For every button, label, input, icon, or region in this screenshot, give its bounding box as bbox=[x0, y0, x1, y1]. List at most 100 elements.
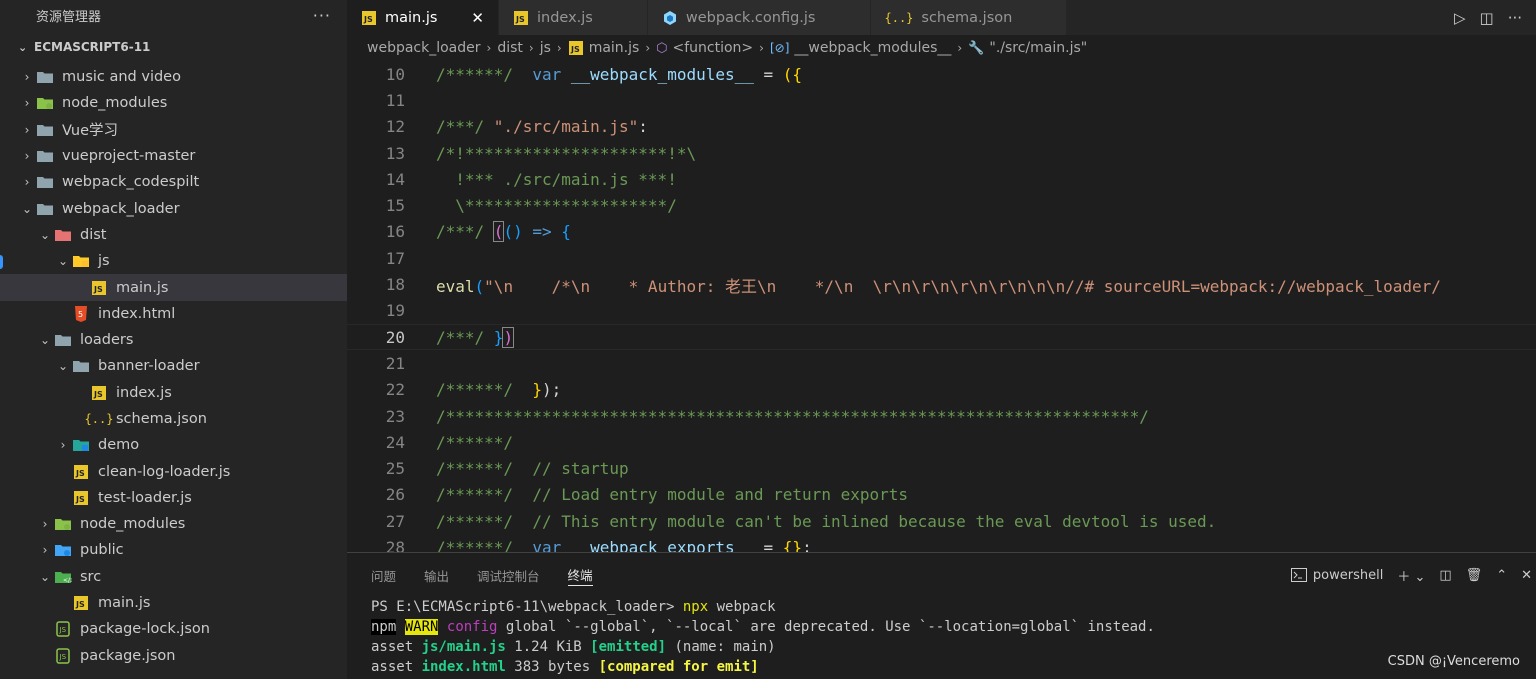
split-terminal-icon[interactable]: ◫ bbox=[1439, 568, 1451, 583]
js-folder-icon bbox=[72, 253, 90, 269]
code-line[interactable]: 22 /******/ }); bbox=[347, 377, 1536, 403]
code-line[interactable]: 26 /******/ // Load entry module and retu… bbox=[347, 482, 1536, 508]
breadcrumb-item[interactable]: webpack_loader bbox=[367, 40, 481, 56]
tree-file[interactable]: JS main.js bbox=[0, 590, 347, 616]
tree-folder[interactable]: › node_modules bbox=[0, 511, 347, 537]
code-line[interactable]: 24 /******/ bbox=[347, 429, 1536, 455]
breadcrumb-item[interactable]: __webpack_modules__ bbox=[794, 40, 951, 56]
code-token: /******/ bbox=[436, 538, 533, 552]
code-line[interactable]: 18 eval("\n /*\n * Author: 老王\n */\n \r\n… bbox=[347, 271, 1536, 297]
tree-file[interactable]: JS package-lock.json bbox=[0, 616, 347, 642]
code-token: /***************************************… bbox=[436, 406, 1149, 426]
code-line[interactable]: 23 /*************************************… bbox=[347, 403, 1536, 429]
close-tab-icon[interactable]: ✕ bbox=[471, 9, 484, 27]
maximize-panel-icon[interactable]: ⌃ bbox=[1496, 568, 1507, 583]
code-line[interactable]: 12 /***/ "./src/main.js": bbox=[347, 114, 1536, 140]
tab-schema-json[interactable]: {..} schema.json bbox=[870, 0, 1068, 35]
line-number: 26 bbox=[385, 485, 405, 505]
code-line[interactable]: 16 /***/ (() => { bbox=[347, 219, 1536, 245]
code-line[interactable]: 21 bbox=[347, 350, 1536, 376]
tree-file[interactable]: {..} schema.json bbox=[0, 406, 347, 432]
tab-index-js[interactable]: JS index.js bbox=[499, 0, 648, 35]
breadcrumb-item[interactable]: main.js bbox=[589, 40, 640, 56]
line-number: 21 bbox=[385, 353, 405, 373]
terminal-shell-icon[interactable]: powershell bbox=[1290, 568, 1383, 583]
tree-file[interactable]: 5 index.html bbox=[0, 301, 347, 327]
code-editor[interactable]: 10/******/ var __webpack_modules__ = ({1… bbox=[347, 61, 1536, 552]
code-token: !*** ./src/main.js ***! bbox=[436, 169, 677, 189]
code-line[interactable]: 14 !*** ./src/main.js ***! bbox=[347, 166, 1536, 192]
breadcrumb-item[interactable]: "./src/main.js" bbox=[989, 40, 1087, 56]
tree-file[interactable]: JS main.js bbox=[0, 274, 347, 301]
tree-folder[interactable]: › webpack_codespilt bbox=[0, 169, 347, 195]
code-line[interactable]: 10 /******/ var __webpack_modules__ = ({ bbox=[347, 61, 1536, 87]
html-file-icon: 5 bbox=[72, 305, 90, 322]
code-line[interactable]: 11 bbox=[347, 87, 1536, 113]
tree-file[interactable]: JS test-loader.js bbox=[0, 485, 347, 511]
tree-folder[interactable]: › demo bbox=[0, 432, 347, 458]
panel-tab[interactable]: 输出 bbox=[424, 553, 449, 597]
trash-icon[interactable]: 🗑 bbox=[1466, 568, 1483, 583]
folder-icon bbox=[36, 174, 54, 190]
panel-tab[interactable]: 问题 bbox=[371, 553, 396, 597]
tab-webpack-config-js[interactable]: webpack.config.js bbox=[647, 0, 871, 35]
line-number: 13 bbox=[385, 143, 405, 163]
tree-folder[interactable]: › music and video bbox=[0, 64, 347, 90]
folder-icon bbox=[36, 201, 54, 217]
more-icon[interactable]: ··· bbox=[1508, 9, 1522, 27]
tree-folder[interactable]: ⌄ </> src bbox=[0, 564, 347, 590]
code-token: : bbox=[638, 117, 648, 137]
code-line[interactable]: 13 /*!*********************!*\ bbox=[347, 140, 1536, 166]
project-root[interactable]: ⌄ ECMASCRIPT6-11 bbox=[0, 30, 347, 64]
tree-folder[interactable]: ⌄ webpack_loader bbox=[0, 195, 347, 221]
tree-file[interactable]: JS clean-log-loader.js bbox=[0, 458, 347, 484]
panel-tab[interactable]: 终端 bbox=[567, 564, 593, 586]
add-terminal-icon[interactable]: ＋ ⌄ bbox=[1397, 566, 1425, 585]
code-line[interactable]: 15 \*********************/ bbox=[347, 193, 1536, 219]
tree-folder[interactable]: ⌄ js bbox=[0, 248, 347, 274]
code-token: => bbox=[532, 222, 552, 242]
tree-folder[interactable]: › public bbox=[0, 537, 347, 563]
code-text: /***************************************… bbox=[436, 407, 1149, 426]
code-line[interactable]: 27 /******/ // This entry module can't be… bbox=[347, 508, 1536, 534]
tree-folder[interactable]: › vueproject-master bbox=[0, 143, 347, 169]
code-token: /***/ bbox=[436, 327, 494, 347]
terminal-output[interactable]: PS E:\ECMAScript6-11\webpack_loader> npx… bbox=[347, 597, 1536, 677]
file-tree: › music and video › node_modules › Vue学习 › vuep… bbox=[0, 64, 347, 669]
javascript-file-icon: JS bbox=[568, 41, 584, 55]
breadcrumb-separator: › bbox=[957, 41, 963, 55]
line-number: 16 bbox=[385, 222, 405, 242]
breadcrumb-separator: › bbox=[528, 41, 534, 55]
close-panel-icon[interactable]: ✕ bbox=[1521, 568, 1532, 583]
code-line[interactable]: 25 /******/ // startup bbox=[347, 456, 1536, 482]
tree-file[interactable]: JS package.json bbox=[0, 643, 347, 669]
code-token: ( bbox=[474, 276, 485, 296]
panel-tab[interactable]: 调试控制台 bbox=[477, 553, 540, 597]
tree-folder[interactable]: › Vue学习 bbox=[0, 117, 347, 143]
tree-file[interactable]: JS index.js bbox=[0, 380, 347, 406]
svg-text:JS: JS bbox=[93, 390, 103, 399]
breadcrumb-item[interactable]: dist bbox=[497, 40, 523, 56]
code-line[interactable]: 28 /******/ var __webpack_exports__ = {}; bbox=[347, 534, 1536, 552]
chevron-right-icon: › bbox=[24, 70, 30, 85]
terminal-token: [emitted] bbox=[590, 639, 667, 655]
breadcrumb-item[interactable]: <function> bbox=[673, 40, 754, 56]
tree-folder[interactable]: ⌄ banner-loader bbox=[0, 353, 347, 379]
line-number: 23 bbox=[385, 406, 405, 426]
more-actions-icon[interactable]: ··· bbox=[313, 6, 331, 25]
code-line[interactable]: 19 bbox=[347, 298, 1536, 324]
javascript-file-icon: JS bbox=[90, 280, 108, 296]
run-icon[interactable]: ▷ bbox=[1454, 9, 1466, 27]
breadcrumb-item[interactable]: js bbox=[540, 40, 551, 56]
panel-actions: powershell ＋ ⌄ ◫ 🗑 ⌃ ✕ bbox=[1290, 553, 1536, 597]
tree-folder[interactable]: ⌄ loaders bbox=[0, 327, 347, 353]
split-editor-icon[interactable]: ◫ bbox=[1480, 9, 1494, 27]
code-text: /******/ }); bbox=[436, 380, 561, 399]
tree-folder[interactable]: › node_modules bbox=[0, 90, 347, 116]
code-line[interactable]: 17 bbox=[347, 245, 1536, 271]
line-number: 12 bbox=[385, 117, 405, 137]
terminal-line: asset index.html 383 bytes [compared for… bbox=[371, 657, 1536, 677]
tab-main-js[interactable]: JS main.js ✕ bbox=[347, 0, 499, 35]
tree-folder[interactable]: ⌄ dist bbox=[0, 222, 347, 248]
code-line[interactable]: 20 /***/ }) bbox=[347, 324, 1536, 351]
